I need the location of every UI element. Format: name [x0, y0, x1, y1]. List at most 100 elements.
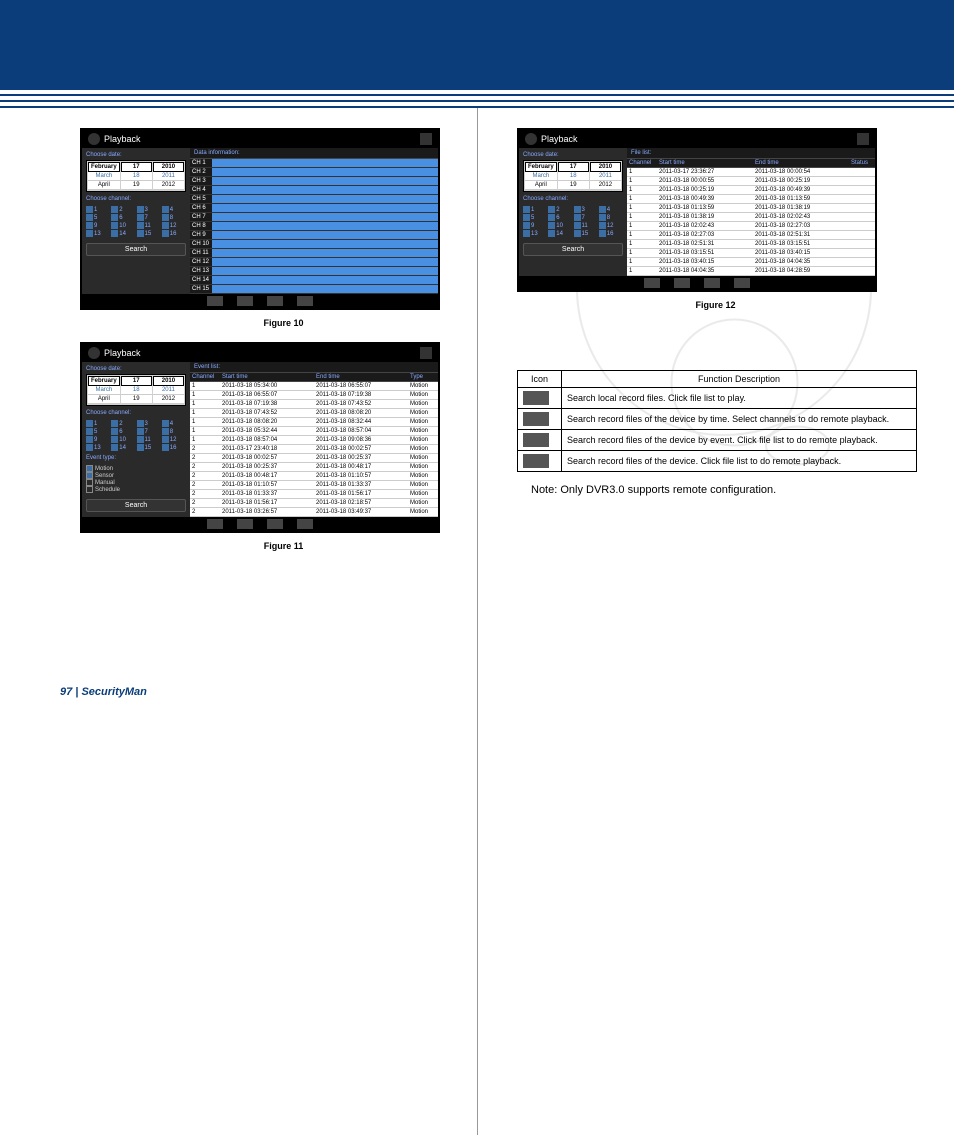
expand-icon[interactable]	[857, 133, 869, 145]
list-item[interactable]: 12011-03-18 02:51:312011-03-18 03:15:51	[627, 240, 875, 249]
channel-checkbox[interactable]: 9	[523, 222, 547, 229]
list-item[interactable]: 12011-03-18 06:55:072011-03-18 07:19:38M…	[190, 391, 438, 400]
event-type-item[interactable]: Schedule	[86, 486, 186, 493]
footer-icon[interactable]	[704, 278, 720, 288]
search-button[interactable]: Search	[86, 499, 186, 512]
channel-checkbox[interactable]: 12	[599, 222, 623, 229]
list-item[interactable]: 22011-03-17 23:40:182011-03-18 00:02:57M…	[190, 445, 438, 454]
channel-checkbox[interactable]: 6	[548, 214, 572, 221]
channel-checkbox[interactable]: 7	[137, 214, 161, 221]
channel-checkbox[interactable]: 7	[574, 214, 598, 221]
expand-icon[interactable]	[420, 133, 432, 145]
footer-icon[interactable]	[297, 296, 313, 306]
channel-checkbox[interactable]: 11	[137, 436, 161, 443]
list-item[interactable]: 22011-03-18 00:02:572011-03-18 00:25:37M…	[190, 454, 438, 463]
channel-checkbox[interactable]: 5	[86, 214, 110, 221]
footer-icon[interactable]	[674, 278, 690, 288]
channel-checkbox[interactable]: 2	[111, 420, 135, 427]
footer-icon[interactable]	[237, 296, 253, 306]
channel-checkbox[interactable]: 2	[548, 206, 572, 213]
channel-checkbox[interactable]: 16	[162, 230, 186, 237]
channel-checkbox[interactable]: 8	[162, 428, 186, 435]
channel-checkbox[interactable]: 7	[137, 428, 161, 435]
channel-checkbox[interactable]: 16	[162, 444, 186, 451]
date-spinner[interactable]: February March April 17 18 19 2010 2011	[86, 374, 186, 406]
event-type-item[interactable]: Sensor	[86, 472, 186, 479]
channel-checkbox[interactable]: 4	[162, 206, 186, 213]
event-type-item[interactable]: Motion	[86, 465, 186, 472]
channel-checkbox[interactable]: 8	[599, 214, 623, 221]
footer-icon[interactable]	[734, 278, 750, 288]
channel-checkbox[interactable]: 9	[86, 436, 110, 443]
footer-icon[interactable]	[207, 296, 223, 306]
list-item[interactable]: 12011-03-18 00:49:392011-03-18 01:13:59	[627, 195, 875, 204]
expand-icon[interactable]	[420, 347, 432, 359]
channel-checkbox[interactable]: 2	[111, 206, 135, 213]
channel-checkbox[interactable]: 1	[523, 206, 547, 213]
search-button[interactable]: Search	[523, 243, 623, 256]
list-item[interactable]: 12011-03-18 04:04:352011-03-18 04:28:59	[627, 267, 875, 276]
channel-checkbox[interactable]: 6	[111, 214, 135, 221]
channel-checkbox[interactable]: 6	[111, 428, 135, 435]
channel-checkbox[interactable]: 10	[111, 436, 135, 443]
channel-checkbox[interactable]: 15	[137, 444, 161, 451]
channel-checkbox[interactable]: 12	[162, 222, 186, 229]
list-item[interactable]: 12011-03-18 05:32:442011-03-18 08:57:04M…	[190, 427, 438, 436]
channel-checkbox[interactable]: 5	[523, 214, 547, 221]
list-item[interactable]: 12011-03-18 08:57:042011-03-18 09:08:36M…	[190, 436, 438, 445]
channel-checkbox[interactable]: 13	[86, 444, 110, 451]
list-item[interactable]: 12011-03-18 02:02:432011-03-18 02:27:03	[627, 222, 875, 231]
list-item[interactable]: 12011-03-17 23:36:272011-03-18 00:00:54	[627, 168, 875, 177]
footer-icon[interactable]	[207, 519, 223, 529]
channel-checkbox[interactable]: 15	[137, 230, 161, 237]
channel-checkbox[interactable]: 14	[111, 444, 135, 451]
channel-checkbox[interactable]: 1	[86, 206, 110, 213]
list-item[interactable]: 12011-03-18 07:43:522011-03-18 08:08:20M…	[190, 409, 438, 418]
channel-checkbox[interactable]: 3	[574, 206, 598, 213]
channel-checkbox[interactable]: 14	[111, 230, 135, 237]
channel-checkbox[interactable]: 5	[86, 428, 110, 435]
list-item[interactable]: 22011-03-18 00:48:172011-03-18 01:10:57M…	[190, 472, 438, 481]
list-item[interactable]: 12011-03-18 03:40:152011-03-18 04:04:35	[627, 258, 875, 267]
channel-checkbox[interactable]: 11	[137, 222, 161, 229]
date-spinner[interactable]: February March April 17 18 19 2010 2011	[523, 160, 623, 192]
list-item[interactable]: 22011-03-18 03:26:572011-03-18 03:49:37M…	[190, 508, 438, 517]
search-button[interactable]: Search	[86, 243, 186, 256]
footer-icon[interactable]	[267, 296, 283, 306]
channel-checkbox[interactable]: 9	[86, 222, 110, 229]
list-item[interactable]: 12011-03-18 03:15:512011-03-18 03:40:15	[627, 249, 875, 258]
channel-checkbox[interactable]: 3	[137, 420, 161, 427]
footer-icon[interactable]	[237, 519, 253, 529]
channel-checkbox[interactable]: 13	[523, 230, 547, 237]
list-item[interactable]: 22011-03-18 01:33:372011-03-18 01:56:17M…	[190, 490, 438, 499]
channel-checkbox[interactable]: 3	[137, 206, 161, 213]
channel-checkbox[interactable]: 4	[162, 420, 186, 427]
channel-checkbox[interactable]: 12	[162, 436, 186, 443]
list-item[interactable]: 12011-03-18 01:13:592011-03-18 01:38:19	[627, 204, 875, 213]
list-item[interactable]: 12011-03-18 08:08:202011-03-18 08:32:44M…	[190, 418, 438, 427]
channel-checkbox[interactable]: 10	[548, 222, 572, 229]
list-item[interactable]: 12011-03-18 00:25:192011-03-18 00:49:39	[627, 186, 875, 195]
channel-checkbox[interactable]: 8	[162, 214, 186, 221]
list-item[interactable]: 12011-03-18 02:27:032011-03-18 02:51:31	[627, 231, 875, 240]
list-item[interactable]: 22011-03-18 01:56:172011-03-18 02:18:57M…	[190, 499, 438, 508]
channel-checkbox[interactable]: 10	[111, 222, 135, 229]
list-item[interactable]: 22011-03-18 00:25:372011-03-18 00:48:17M…	[190, 463, 438, 472]
date-spinner[interactable]: February March April 17 18 19 2010 2011	[86, 160, 186, 192]
footer-icon[interactable]	[267, 519, 283, 529]
list-item[interactable]: 12011-03-18 05:34:002011-03-18 06:55:07M…	[190, 382, 438, 391]
channel-checkbox[interactable]: 14	[548, 230, 572, 237]
list-item[interactable]: 22011-03-18 01:10:572011-03-18 01:33:37M…	[190, 481, 438, 490]
footer-icon[interactable]	[644, 278, 660, 288]
channel-checkbox[interactable]: 13	[86, 230, 110, 237]
list-item[interactable]: 12011-03-18 07:19:382011-03-18 07:43:52M…	[190, 400, 438, 409]
list-item[interactable]: 12011-03-18 00:00:552011-03-18 00:25:19	[627, 177, 875, 186]
list-item[interactable]: 12011-03-18 01:38:192011-03-18 02:02:43	[627, 213, 875, 222]
channel-checkbox[interactable]: 11	[574, 222, 598, 229]
event-type-item[interactable]: Manual	[86, 479, 186, 486]
channel-checkbox[interactable]: 1	[86, 420, 110, 427]
footer-icon[interactable]	[297, 519, 313, 529]
channel-checkbox[interactable]: 16	[599, 230, 623, 237]
channel-checkbox[interactable]: 15	[574, 230, 598, 237]
channel-checkbox[interactable]: 4	[599, 206, 623, 213]
